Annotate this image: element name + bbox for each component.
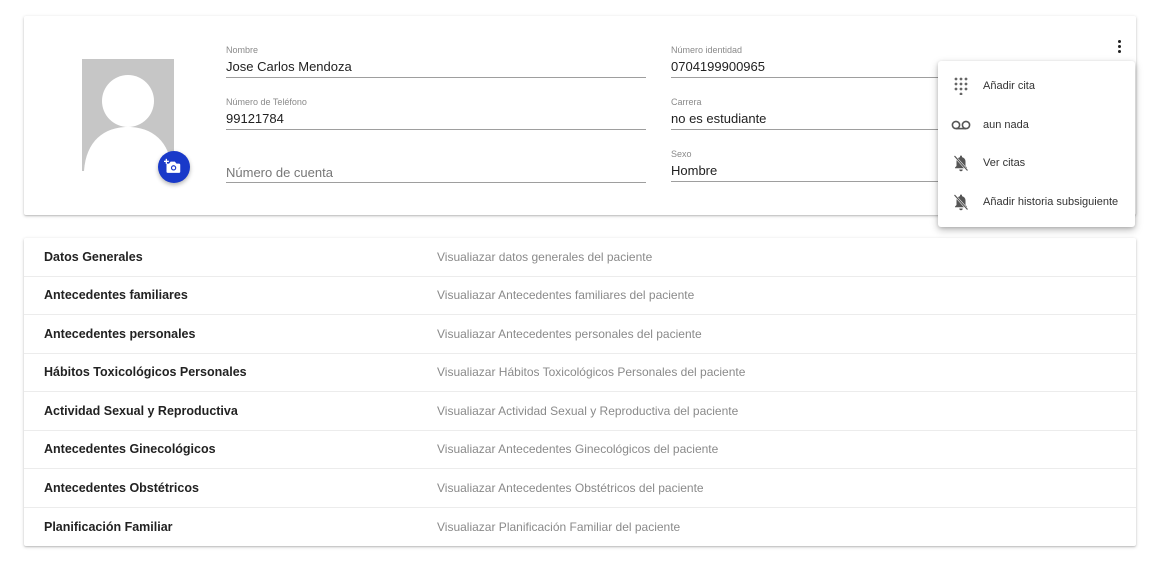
add-photo-button[interactable] (158, 151, 190, 183)
section-antecedentes-familiares[interactable]: Antecedentes familiares Visualiazar Ante… (24, 277, 1136, 315)
menu-item-anadir-cita[interactable]: Añadir cita (938, 67, 1135, 106)
menu-item-label: Añadir cita (983, 80, 1035, 93)
voicemail-icon (951, 115, 971, 135)
actions-menu: Añadir cita aun nada Ver citas Añadir hi… (938, 61, 1135, 227)
avatar-wrap (82, 59, 190, 183)
section-description: Visualiazar Antecedentes familiares del … (437, 288, 695, 303)
menu-item-label: Ver citas (983, 157, 1026, 170)
dialpad-icon (951, 76, 971, 96)
cuenta-input[interactable] (226, 161, 646, 183)
person-placeholder-icon (84, 75, 172, 171)
section-title: Actividad Sexual y Reproductiva (44, 403, 238, 418)
section-title: Antecedentes Ginecológicos (44, 442, 216, 457)
section-title: Antecedentes familiares (44, 288, 188, 303)
nombre-field[interactable]: Nombre Jose Carlos Mendoza (226, 44, 646, 78)
telefono-label: Número de Teléfono (226, 97, 307, 107)
section-title: Hábitos Toxicológicos Personales (44, 365, 247, 380)
menu-item-anadir-historia[interactable]: Añadir historia subsiguiente (938, 183, 1135, 222)
section-datos-generales[interactable]: Datos Generales Visualiazar datos genera… (24, 238, 1136, 277)
section-description: Visualiazar Antecedentes Ginecológicos d… (437, 442, 719, 457)
nombre-value[interactable]: Jose Carlos Mendoza (226, 56, 646, 78)
section-antecedentes-obstetricos[interactable]: Antecedentes Obstétricos Visualiazar Ant… (24, 469, 1136, 508)
section-title: Antecedentes personales (44, 326, 196, 341)
identidad-label: Número identidad (671, 45, 743, 55)
telefono-field[interactable]: Número de Teléfono 99121784 (226, 96, 646, 130)
menu-item-aun-nada[interactable]: aun nada (938, 106, 1135, 145)
nombre-label: Nombre (226, 45, 259, 55)
more-vert-icon[interactable] (1110, 37, 1128, 55)
section-antecedentes-personales[interactable]: Antecedentes personales Visualiazar Ante… (24, 315, 1136, 354)
add-photo-icon (164, 158, 181, 173)
notifications-off-icon (951, 192, 971, 212)
section-antecedentes-ginecologicos[interactable]: Antecedentes Ginecológicos Visualiazar A… (24, 431, 1136, 469)
avatar (82, 59, 174, 171)
section-title: Datos Generales (44, 249, 143, 264)
section-planificacion-familiar[interactable]: Planificación Familiar Visualiazar Plani… (24, 508, 1136, 547)
menu-item-ver-citas[interactable]: Ver citas (938, 144, 1135, 183)
menu-item-label: Añadir historia subsiguiente (983, 195, 1119, 208)
section-description: Visualiazar Actividad Sexual y Reproduct… (437, 403, 739, 418)
menu-item-label: aun nada (983, 118, 1029, 131)
section-description: Visualiazar datos generales del paciente (437, 249, 653, 264)
section-description: Visualiazar Hábitos Toxicológicos Person… (437, 365, 746, 380)
section-title: Antecedentes Obstétricos (44, 480, 199, 495)
telefono-value[interactable]: 99121784 (226, 108, 646, 130)
cuenta-field[interactable] (226, 161, 646, 183)
notifications-off-icon (951, 153, 971, 173)
section-habitos-toxicologicos[interactable]: Hábitos Toxicológicos Personales Visuali… (24, 354, 1136, 392)
section-description: Visualiazar Antecedentes Obstétricos del… (437, 480, 704, 495)
section-description: Visualiazar Antecedentes personales del … (437, 326, 702, 341)
section-title: Planificación Familiar (44, 519, 173, 534)
section-actividad-sexual[interactable]: Actividad Sexual y Reproductiva Visualia… (24, 392, 1136, 431)
section-description: Visualiazar Planificación Familiar del p… (437, 519, 681, 534)
sections-list: Datos Generales Visualiazar datos genera… (24, 238, 1136, 546)
